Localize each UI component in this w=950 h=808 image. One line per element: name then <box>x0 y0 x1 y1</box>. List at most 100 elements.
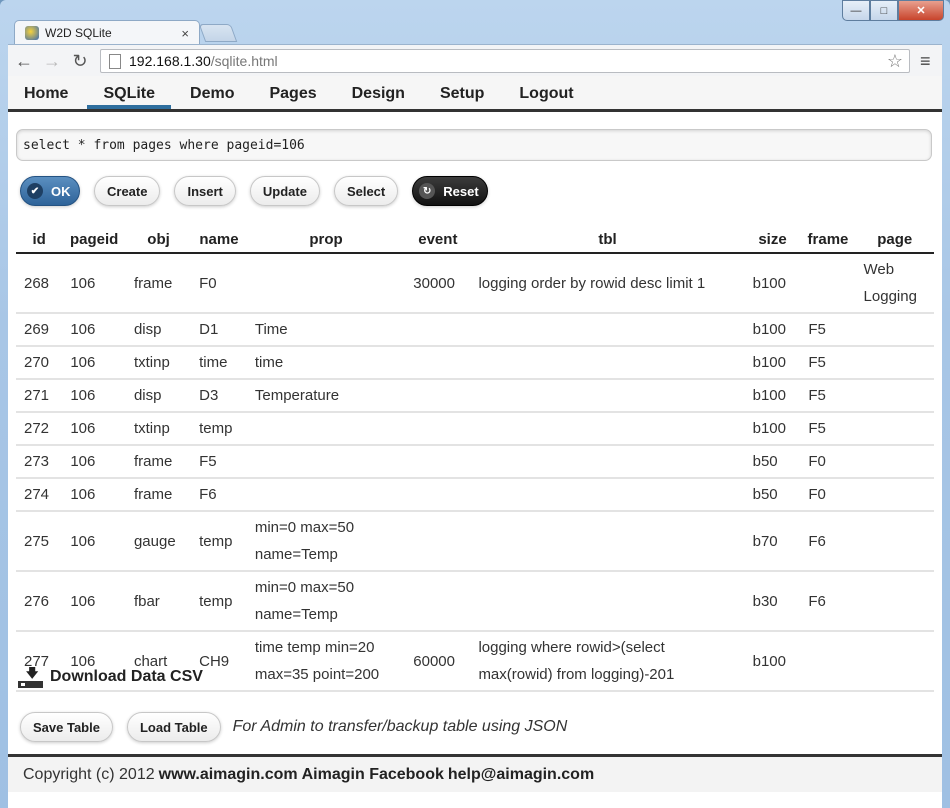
nav-pages[interactable]: Pages <box>253 85 332 109</box>
table-header: id pageid obj name prop event tbl size frame page <box>16 226 934 254</box>
browser-toolbar: ← → ↻ 192.168.1.30/sqlite.html ☆ ≡ <box>8 44 942 77</box>
cell-tbl <box>470 346 745 380</box>
bookmark-star-icon[interactable]: ☆ <box>887 51 903 72</box>
cell-size: b100 <box>744 346 801 380</box>
cell-event: 60000 <box>405 631 471 692</box>
cell-frame: F0 <box>800 445 856 479</box>
cell-prop: Temperature <box>246 379 406 413</box>
cell-tbl: logging where rowid>(select max(rowid) fr… <box>470 631 745 692</box>
cell-prop-line: name=Temp <box>254 546 338 563</box>
table-row: 269 106 disp D1 Time b100 F5 <box>16 313 934 347</box>
cell-page-line: Logging <box>863 288 917 305</box>
cell-id: 273 <box>16 445 63 479</box>
favicon-icon <box>25 26 39 40</box>
cell-obj: frame <box>125 253 192 314</box>
back-icon[interactable]: ← <box>12 51 36 72</box>
cell-frame: F5 <box>800 346 856 380</box>
create-button[interactable]: Create <box>94 176 161 206</box>
update-button[interactable]: Update <box>249 176 320 206</box>
cell-prop-line: Temperature <box>254 387 340 404</box>
cell-event: 30000 <box>405 253 471 314</box>
cell-id: 276 <box>16 571 63 632</box>
browser-tab[interactable]: W2D SQLite × <box>14 20 200 45</box>
site-link[interactable]: www.aimagin.com <box>159 766 298 784</box>
download-icon: 🡇 <box>18 666 44 688</box>
cell-size: b30 <box>744 571 801 632</box>
cell-size: b100 <box>744 631 801 692</box>
cell-obj: disp <box>125 379 192 413</box>
url-path: /sqlite.html <box>210 53 278 69</box>
cell-pageid: 106 <box>62 346 126 380</box>
cell-id: 272 <box>16 412 63 446</box>
new-tab-button[interactable] <box>198 24 238 42</box>
cell-page <box>855 445 934 479</box>
cell-prop-line: time temp min=20 <box>254 639 375 656</box>
cell-prop: time temp min=20 max=35 point=200 <box>246 631 406 692</box>
cell-pageid: 106 <box>62 412 126 446</box>
cell-frame: F6 <box>800 511 856 572</box>
sql-query-input[interactable]: select * from pages where pageid=106 <box>16 129 932 161</box>
save-table-button[interactable]: Save Table <box>20 712 113 742</box>
facebook-link[interactable]: Aimagin Facebook <box>302 766 444 784</box>
address-bar[interactable]: 192.168.1.30/sqlite.html ☆ <box>100 49 910 73</box>
menu-icon[interactable]: ≡ <box>920 51 931 72</box>
tab-title: W2D SQLite <box>45 26 112 40</box>
cell-prop: Time <box>246 313 406 347</box>
cell-id: 271 <box>16 379 63 413</box>
cell-size: b100 <box>744 412 801 446</box>
insert-button[interactable]: Insert <box>174 176 236 206</box>
reset-button[interactable]: ↻ Reset <box>412 176 489 206</box>
cell-frame <box>800 253 856 314</box>
email-link[interactable]: help@aimagin.com <box>448 766 594 784</box>
table-row: 273 106 frame F5 b50 F0 <box>16 445 934 479</box>
cell-name: time <box>191 346 247 380</box>
nav-demo[interactable]: Demo <box>174 85 250 109</box>
nav-setup[interactable]: Setup <box>424 85 500 109</box>
cell-pageid: 106 <box>62 253 126 314</box>
load-table-button[interactable]: Load Table <box>126 712 221 742</box>
minimize-button[interactable]: — <box>842 0 870 21</box>
backup-note: For Admin to transfer/backup table using… <box>232 718 568 735</box>
cell-frame: F5 <box>800 313 856 347</box>
cell-prop <box>246 253 406 314</box>
cell-event <box>405 412 471 446</box>
cell-name: F0 <box>191 253 247 314</box>
column-header-frame: frame <box>800 226 856 254</box>
cell-frame: F5 <box>800 412 856 446</box>
maximize-button[interactable]: □ <box>870 0 898 21</box>
table-body: 268 106 frame F0 30000 logging order by rowid… <box>16 253 934 692</box>
cell-size: b100 <box>744 313 801 347</box>
cell-tbl <box>470 511 745 572</box>
cell-prop: min=0 max=50 name=Temp <box>246 571 406 632</box>
url-host: 192.168.1.30 <box>129 53 211 69</box>
cell-obj: frame <box>125 478 192 512</box>
cell-id: 269 <box>16 313 63 347</box>
cell-tbl <box>470 445 745 479</box>
refresh-icon: ↻ <box>419 183 436 199</box>
nav-sqlite[interactable]: SQLite <box>87 85 172 109</box>
cell-event <box>405 379 471 413</box>
nav-logout[interactable]: Logout <box>503 85 589 109</box>
cell-frame: F6 <box>800 571 856 632</box>
ok-button[interactable]: ✔ OK <box>20 176 80 206</box>
cell-obj: fbar <box>125 571 192 632</box>
select-button[interactable]: Select <box>333 176 399 206</box>
cell-tbl <box>470 478 745 512</box>
forward-icon[interactable]: → <box>40 51 64 72</box>
cell-event <box>405 511 471 572</box>
cell-tbl-line: logging where rowid>(select <box>478 639 665 656</box>
cell-tbl: logging order by rowid desc limit 1 <box>470 253 745 314</box>
close-tab-icon[interactable]: × <box>181 26 189 41</box>
cell-size: b70 <box>744 511 801 572</box>
column-header-size: size <box>744 226 801 254</box>
nav-home[interactable]: Home <box>8 85 84 109</box>
cell-prop-line: min=0 max=50 <box>254 579 355 596</box>
reload-icon[interactable]: ↻ <box>68 51 92 72</box>
cell-id: 275 <box>16 511 63 572</box>
cell-name: temp <box>191 412 247 446</box>
cell-prop-line: name=Temp <box>254 606 338 623</box>
backup-row: Save Table Load Table For Admin to trans… <box>20 712 567 742</box>
download-csv-link[interactable]: 🡇 Download Data CSV <box>18 666 203 688</box>
nav-design[interactable]: Design <box>336 85 421 109</box>
close-window-button[interactable]: ✕ <box>898 0 944 21</box>
